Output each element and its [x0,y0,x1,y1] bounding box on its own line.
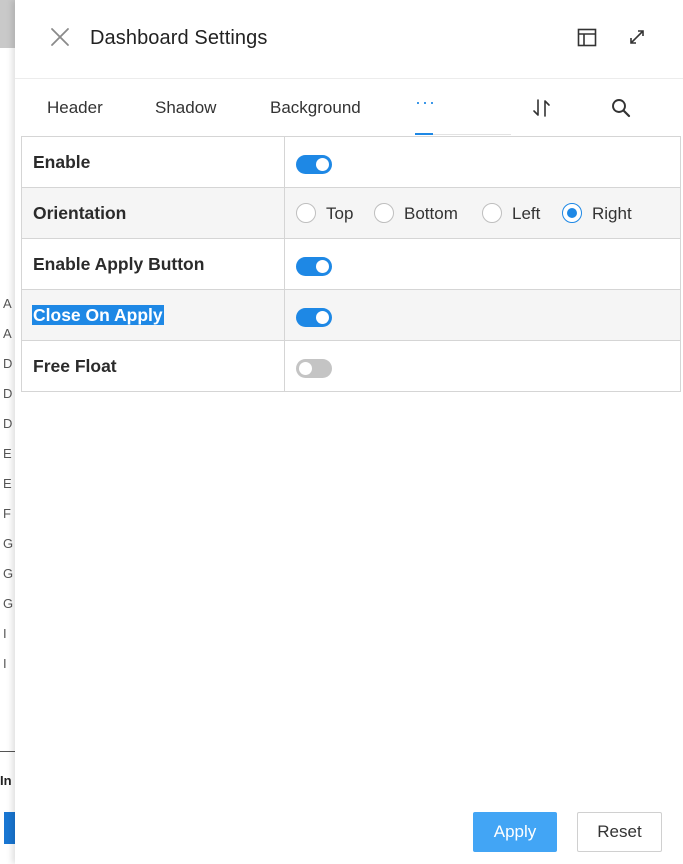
setting-row-enable-apply-button: Enable Apply Button [21,239,681,290]
background-list-item: I [3,626,7,641]
setting-label: Close On Apply [32,305,164,325]
column-divider [284,290,285,340]
column-divider [284,239,285,289]
radio-label: Bottom [404,204,458,223]
layout-icon[interactable] [576,26,598,48]
radio-circle [482,203,502,223]
settings-table: Enable Orientation Top Bottom Left Right… [21,136,681,392]
radio-label: Top [326,204,354,223]
reset-button[interactable]: Reset [577,812,662,852]
close-icon[interactable] [49,26,71,48]
setting-label: Enable Apply Button [33,254,205,274]
dashboard-settings-panel: Dashboard Settings Header Shadow Backgro… [15,0,683,864]
setting-row-enable: Enable [21,137,681,188]
panel-title: Dashboard Settings [90,27,268,49]
tabs-divider [433,134,511,135]
tab-shadow[interactable]: Shadow [155,98,216,118]
background-divider [0,751,16,752]
free-float-toggle[interactable] [296,359,332,378]
setting-label: Orientation [33,203,127,223]
background-list-item: E [3,446,12,461]
tab-more[interactable]: ··· [415,92,436,112]
background-list-item: D [3,356,13,371]
radio-circle [296,203,316,223]
radio-label: Right [592,204,632,223]
setting-label: Free Float [33,356,117,376]
background-list-item: G [3,596,14,611]
active-tab-indicator [415,133,433,135]
setting-row-free-float: Free Float [21,341,681,392]
search-icon[interactable] [609,96,633,120]
background-list-item: A [3,296,12,311]
radio-circle [562,203,582,223]
column-divider [284,137,285,187]
tab-background[interactable]: Background [270,98,361,118]
radio-label: Left [512,204,541,223]
tab-header[interactable]: Header [47,98,103,118]
radio-circle [374,203,394,223]
enable-apply-button-toggle[interactable] [296,257,332,276]
column-divider [284,188,285,238]
enable-toggle[interactable] [296,155,332,174]
background-app: A A D D D E E F G G G I I In [0,0,16,864]
background-top-band [0,0,16,48]
close-on-apply-toggle[interactable] [296,308,332,327]
background-list-item: A [3,326,12,341]
expand-icon[interactable] [626,26,648,48]
setting-label: Enable [33,152,91,172]
background-footer-text: In [0,773,12,788]
background-list-item: G [3,536,14,551]
background-list-item: F [3,506,11,521]
background-list-item: G [3,566,14,581]
sort-icon[interactable] [530,96,554,120]
settings-tabs: Header Shadow Background ··· [15,80,683,136]
background-list-item: E [3,476,12,491]
background-list-item: D [3,386,13,401]
column-divider [284,341,285,391]
background-list-item: I [3,656,7,671]
setting-row-orientation: Orientation Top Bottom Left Right [21,188,681,239]
setting-row-close-on-apply: Close On Apply [21,290,681,341]
background-list-item: D [3,416,13,431]
panel-header: Dashboard Settings [15,0,683,79]
apply-button[interactable]: Apply [473,812,557,852]
